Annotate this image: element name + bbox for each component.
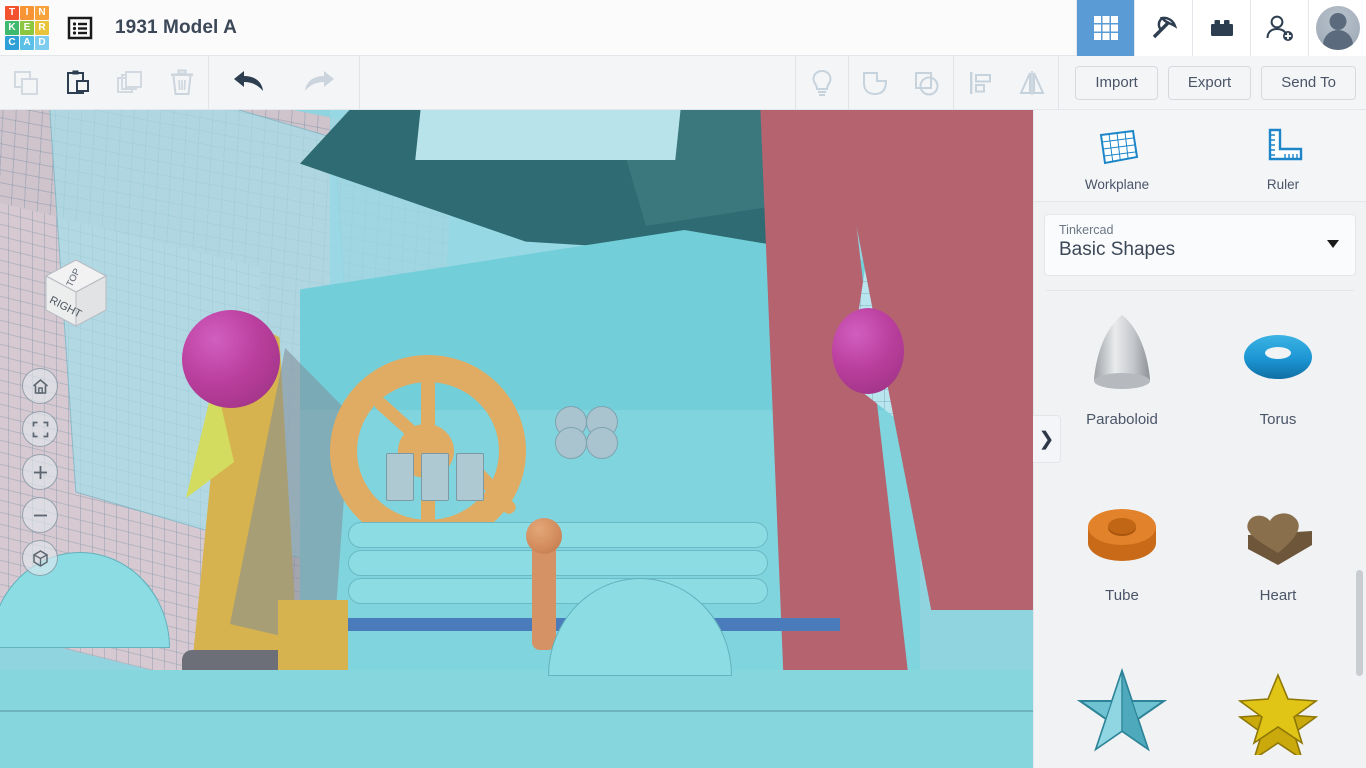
logo-tile-k: K [5, 20, 19, 35]
ruler-label: Ruler [1266, 177, 1300, 192]
avatar[interactable] [1308, 0, 1366, 56]
tinkercad-app: TIN KER CAD 1931 Model A Import Export Sen… [0, 0, 1366, 768]
shape-item-heart[interactable]: Heart [1200, 481, 1356, 641]
redo-arrow-icon[interactable] [293, 56, 345, 110]
logo-tile-t: T [5, 5, 19, 20]
main-toolbar: Import Export Send To [0, 55, 1366, 110]
pedal-1 [386, 453, 414, 501]
floor-edge-line [0, 710, 1033, 712]
paraboloid-thumbnail [1068, 305, 1176, 405]
fit-to-screen-icon[interactable] [22, 411, 58, 447]
pedal-2 [421, 453, 449, 501]
workplane-label: Workplane [1084, 177, 1150, 192]
logo-tile-c: C [5, 35, 19, 50]
lightbulb-hint-icon[interactable] [796, 56, 848, 110]
shape-item-tube[interactable]: Tube [1044, 481, 1200, 641]
ruler-tool[interactable]: Ruler [1228, 125, 1338, 192]
delete-trash-icon[interactable] [156, 56, 208, 110]
zoom-out-icon[interactable] [22, 497, 58, 533]
toolbar-divider-6 [1058, 55, 1060, 110]
gear-stick-knob[interactable] [526, 518, 562, 554]
logo-tile-d: D [35, 35, 49, 50]
tinkercad-logo[interactable]: TIN KER CAD [5, 5, 49, 50]
group-shapes-icon[interactable] [849, 56, 901, 110]
ruler-icon [1268, 128, 1303, 161]
view-nav-controls [22, 368, 58, 576]
top-bar: TIN KER CAD 1931 Model A [0, 0, 1366, 56]
duplicate-icon[interactable] [104, 56, 156, 110]
logo-tile-n: N [35, 5, 49, 20]
toolbar-divider [208, 55, 209, 110]
sidebar-tools: Workplane Ruler [1034, 110, 1366, 202]
heart-thumbnail [1224, 481, 1332, 581]
library-select-wrap: Tinkercad Basic Shapes [1034, 202, 1366, 286]
3d-viewport[interactable]: TOP RIGHT [0, 110, 1033, 768]
star-flat-thumbnail [1224, 657, 1332, 757]
avatar-image [1315, 5, 1360, 50]
vent-circle-4 [586, 427, 618, 459]
collapse-panel-chevron-icon[interactable]: ❯ [1033, 415, 1061, 463]
shape-label-tube: Tube [1105, 587, 1139, 604]
top-right-actions [1076, 0, 1366, 56]
torus-thumbnail [1224, 305, 1332, 405]
list-menu-icon[interactable] [63, 11, 97, 45]
paste-icon[interactable] [52, 56, 104, 110]
star-pointed-thumbnail [1068, 657, 1176, 757]
library-selected-value: Basic Shapes [1059, 239, 1176, 260]
purple-sphere-left[interactable] [182, 310, 280, 408]
headliner-panel [415, 110, 685, 160]
shape-item-star-flat[interactable] [1200, 657, 1356, 768]
add-user-icon[interactable] [1250, 0, 1308, 56]
zoom-in-icon[interactable] [22, 454, 58, 490]
avatar-body [1322, 29, 1353, 50]
shape-item-torus[interactable]: Torus [1200, 305, 1356, 465]
logo-tile-r: R [35, 20, 49, 35]
undo-arrow-icon[interactable] [223, 56, 275, 110]
chevron-down-icon [1327, 240, 1339, 248]
view-cube[interactable]: TOP RIGHT [34, 252, 114, 334]
logo-tile-i: I [20, 5, 34, 20]
shapes-sidebar: Workplane Ruler Tinkercad Basic Shapes P… [1033, 110, 1366, 768]
tube-thumbnail [1068, 481, 1176, 581]
lego-brick-icon[interactable] [1192, 0, 1250, 56]
workplane-tool[interactable]: Workplane [1062, 125, 1172, 192]
shape-library-select[interactable]: Tinkercad Basic Shapes [1044, 214, 1356, 276]
grid-gallery-icon[interactable] [1076, 0, 1134, 56]
sidebar-scrollbar-thumb[interactable] [1356, 570, 1363, 676]
export-button[interactable]: Export [1167, 65, 1252, 100]
library-category-label: Tinkercad [1059, 223, 1114, 237]
gear-stick-shaft[interactable] [532, 540, 556, 650]
shape-label-paraboloid: Paraboloid [1086, 411, 1158, 428]
mirror-flip-icon[interactable] [1006, 56, 1058, 110]
seat-roll-3 [348, 578, 768, 604]
copy-icon[interactable] [0, 56, 52, 110]
shape-item-star-pointed[interactable] [1044, 657, 1200, 768]
workplane-icon [1099, 129, 1139, 165]
shape-label-torus: Torus [1259, 411, 1297, 428]
toolbar-divider-2 [359, 55, 360, 110]
import-button[interactable]: Import [1075, 65, 1158, 100]
logo-tile-e: E [20, 20, 34, 35]
floor-body [0, 670, 1033, 768]
home-view-icon[interactable] [22, 368, 58, 404]
shape-item-paraboloid[interactable]: Paraboloid [1044, 305, 1200, 465]
page-title[interactable]: 1931 Model A [115, 17, 237, 39]
vent-circle-3 [555, 427, 587, 459]
pickaxe-minecraft-icon[interactable] [1134, 0, 1192, 56]
align-icon[interactable] [954, 56, 1006, 110]
purple-sphere-right[interactable] [832, 308, 904, 394]
shape-label-heart: Heart [1259, 587, 1297, 604]
seat-roll-2 [348, 550, 768, 576]
pedal-3 [456, 453, 484, 501]
ungroup-shapes-icon[interactable] [901, 56, 953, 110]
avatar-head [1329, 12, 1346, 30]
send-to-button[interactable]: Send To [1261, 65, 1356, 100]
shape-gallery: Paraboloid Torus Tube Heart [1034, 291, 1366, 761]
logo-tile-a: A [20, 35, 34, 50]
perspective-toggle-icon[interactable] [22, 540, 58, 576]
